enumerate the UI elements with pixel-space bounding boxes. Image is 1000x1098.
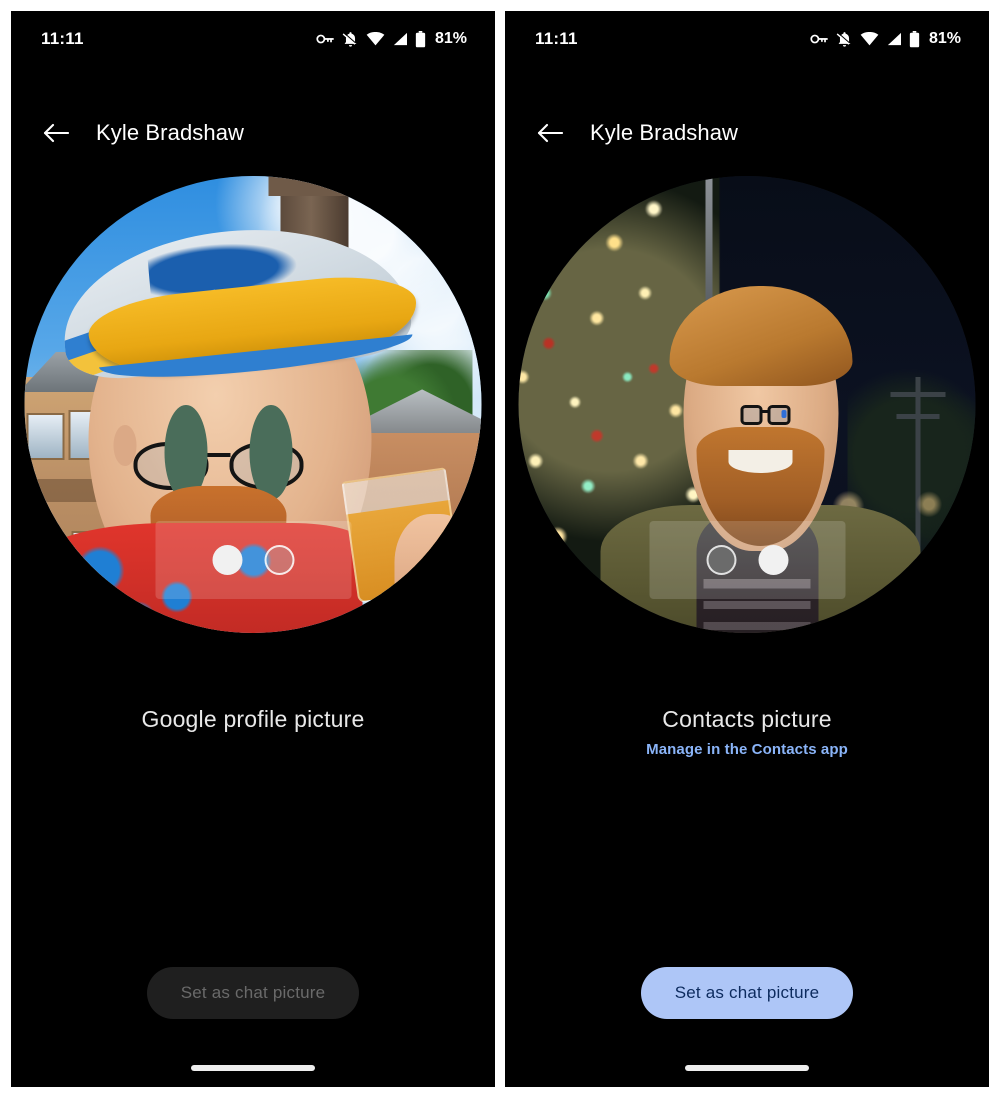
- status-bar-clock: 11:11: [535, 29, 578, 48]
- avatar-contacts-photo[interactable]: [518, 176, 976, 633]
- manage-in-contacts-app-link[interactable]: Manage in the Contacts app: [505, 741, 989, 758]
- cta-container: Set as chat picture: [505, 967, 989, 1019]
- caption-block: Contacts picture Manage in the Contacts …: [505, 706, 989, 758]
- gesture-navigation-bar[interactable]: [191, 1065, 315, 1071]
- back-arrow-icon[interactable]: [535, 118, 565, 148]
- status-bar: 11:11 81%: [505, 11, 989, 67]
- picture-source-label: Google profile picture: [141, 706, 365, 732]
- page-dot-2[interactable]: [264, 545, 294, 575]
- vpn-key-icon: [316, 32, 335, 46]
- vpn-key-icon: [810, 32, 829, 46]
- cta-container: Set as chat picture: [11, 967, 495, 1019]
- status-bar: 11:11 81%: [11, 11, 495, 67]
- status-bar-clock: 11:11: [41, 29, 84, 48]
- phone-screenshot-pair: 11:11 81% Kyle Bradshaw Google profile p…: [0, 0, 1000, 1098]
- status-bar-icons: 81%: [810, 30, 961, 48]
- battery-percent-label: 81%: [928, 30, 961, 47]
- app-bar: Kyle Bradshaw: [11, 105, 495, 161]
- wifi-icon: [366, 32, 385, 46]
- notifications-off-icon: [342, 31, 359, 48]
- page-dot-1[interactable]: [212, 545, 242, 575]
- gesture-navigation-bar[interactable]: [685, 1065, 809, 1071]
- wifi-icon: [860, 32, 879, 46]
- phone-screen-google-profile-picture: 11:11 81% Kyle Bradshaw Google profile p…: [11, 11, 495, 1087]
- avatar-carousel[interactable]: [518, 176, 976, 633]
- notifications-off-icon: [836, 31, 853, 48]
- page-indicator: [649, 521, 845, 599]
- app-bar-title: Kyle Bradshaw: [590, 120, 739, 145]
- battery-percent-label: 81%: [434, 30, 467, 47]
- set-as-chat-picture-button[interactable]: Set as chat picture: [146, 967, 360, 1019]
- picture-source-label: Contacts picture: [662, 706, 832, 732]
- page-dot-1[interactable]: [706, 545, 736, 575]
- cell-signal-icon: [886, 32, 902, 46]
- status-bar-icons: 81%: [316, 30, 467, 48]
- app-bar: Kyle Bradshaw: [505, 105, 989, 161]
- cell-signal-icon: [392, 32, 408, 46]
- caption-block: Google profile picture: [11, 706, 495, 733]
- avatar-google-profile-photo[interactable]: [24, 176, 482, 633]
- screenshot-canvas: 11:11 81% Kyle Bradshaw Google profile p…: [0, 0, 1000, 1098]
- page-dot-2[interactable]: [758, 545, 788, 575]
- phone-screen-contacts-picture: 11:11 81% Kyle Bradshaw Contacts picture…: [505, 11, 989, 1087]
- app-bar-title: Kyle Bradshaw: [96, 120, 245, 145]
- battery-icon: [909, 30, 920, 48]
- page-indicator: [155, 521, 351, 599]
- avatar-carousel[interactable]: [24, 176, 482, 633]
- back-arrow-icon[interactable]: [41, 118, 71, 148]
- battery-icon: [415, 30, 426, 48]
- set-as-chat-picture-button[interactable]: Set as chat picture: [640, 967, 854, 1019]
